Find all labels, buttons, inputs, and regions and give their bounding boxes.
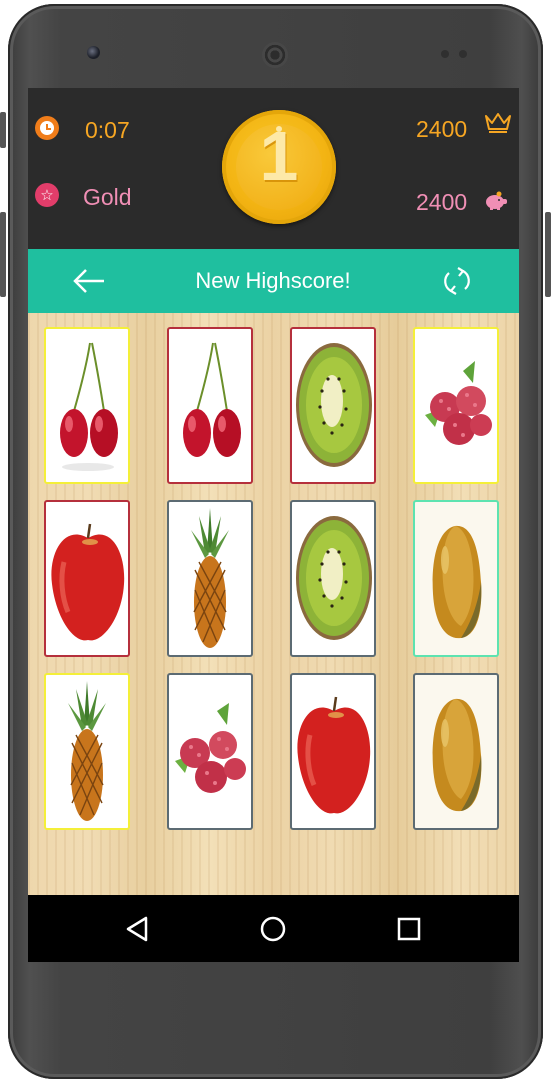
card-pineapple[interactable] [167, 500, 253, 657]
card-raspberries[interactable] [413, 327, 499, 484]
kiwi-image [296, 343, 372, 467]
pineapple-image [191, 508, 229, 648]
card-cherries[interactable] [167, 327, 253, 484]
cherries-image [60, 342, 118, 471]
crown-icon [485, 113, 511, 133]
kiwi-image [296, 516, 372, 640]
phone-power-button [545, 212, 551, 297]
card-pineapple[interactable] [44, 673, 130, 830]
piggy-bank-icon [486, 191, 507, 210]
card-mango[interactable] [413, 673, 499, 830]
level-coin: 1 [222, 110, 336, 224]
toolbar-title: New Highscore! [195, 268, 351, 293]
phone-volume-button [0, 212, 6, 297]
square-recents-icon[interactable] [389, 909, 429, 949]
star-icon: ☆ [35, 183, 59, 207]
phone-frame: 0:07 ☆ Gold 1 2400 2400 New Highscore! [0, 0, 551, 1085]
cherries-image [183, 342, 241, 457]
pineapple-image [68, 681, 106, 821]
level-number: 1 [259, 117, 299, 195]
screen: 0:07 ☆ Gold 1 2400 2400 New Highscore! [28, 88, 519, 962]
game-board [28, 313, 519, 895]
mango-image [432, 525, 482, 639]
card-apple[interactable] [290, 673, 376, 830]
earpiece-speaker [262, 42, 288, 68]
card-cherries[interactable] [44, 327, 130, 484]
arrow-left-icon[interactable] [72, 265, 106, 297]
apple-image [297, 696, 371, 814]
rank-label: Gold [83, 184, 132, 210]
clock-icon [35, 116, 59, 140]
proximity-sensor [441, 50, 449, 58]
card-apple[interactable] [44, 500, 130, 657]
phone-side-button [0, 112, 6, 148]
raspberries-image [425, 361, 492, 445]
apple-image [51, 523, 125, 641]
raspberries-image [175, 703, 246, 793]
card-kiwi[interactable] [290, 500, 376, 657]
mango-image [432, 698, 482, 812]
card-raspberries[interactable] [167, 673, 253, 830]
circle-home-icon[interactable] [253, 909, 293, 949]
app-toolbar: New Highscore! [28, 249, 519, 313]
time-display: 0:07 [85, 117, 130, 143]
triangle-back-icon[interactable] [117, 909, 157, 949]
refresh-icon[interactable] [441, 265, 473, 297]
card-kiwi[interactable] [290, 327, 376, 484]
current-score: 2400 [416, 189, 468, 215]
navigation-bar [28, 895, 519, 962]
light-sensor [459, 50, 467, 58]
best-score: 2400 [416, 116, 468, 142]
front-camera [87, 46, 100, 59]
card-mango[interactable] [413, 500, 499, 657]
stats-bar: 0:07 ☆ Gold 1 2400 2400 [28, 88, 519, 249]
